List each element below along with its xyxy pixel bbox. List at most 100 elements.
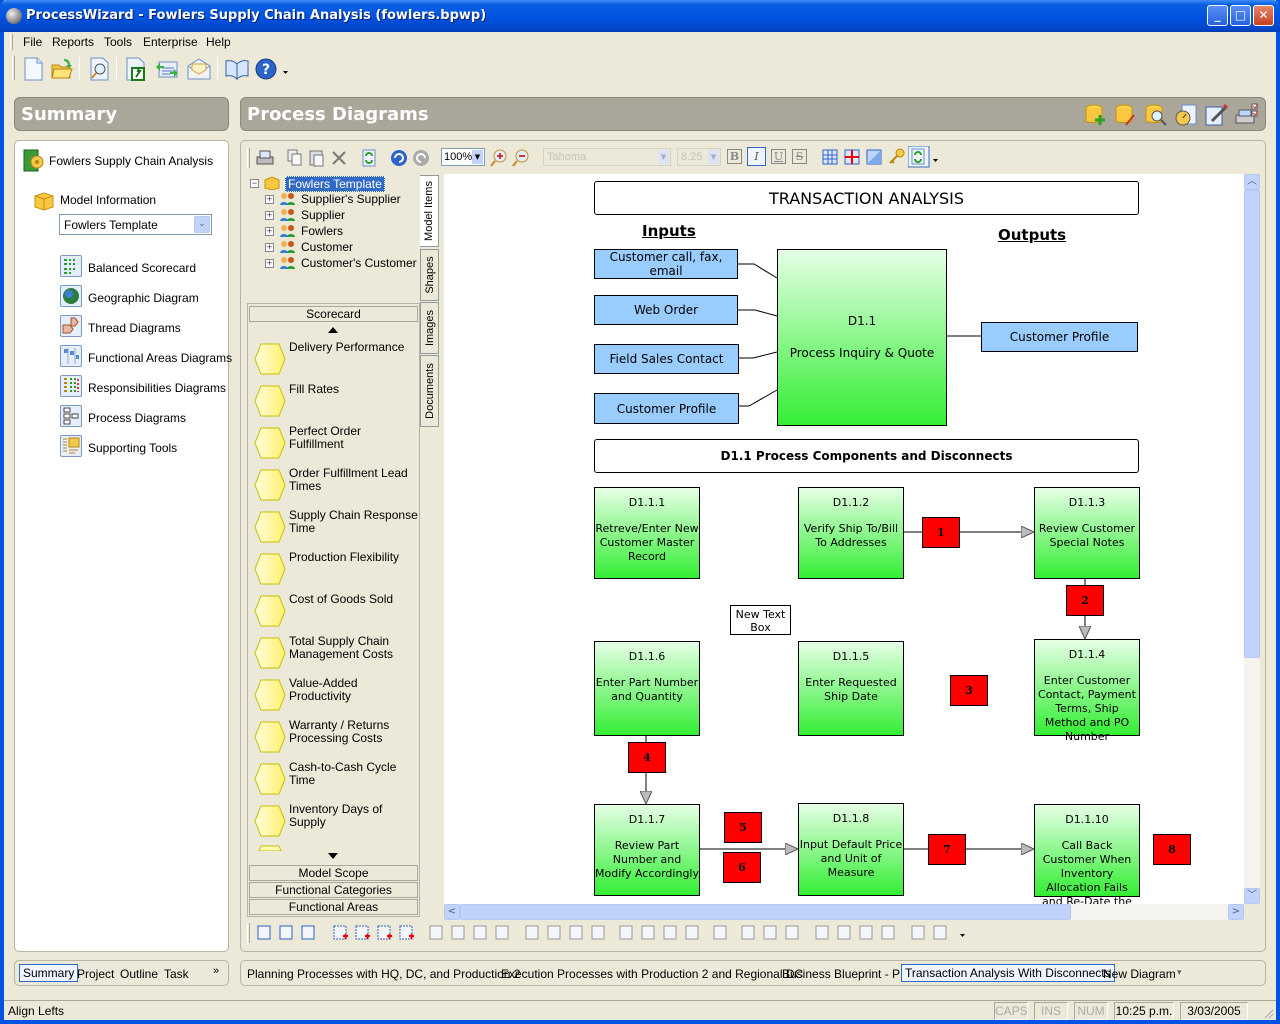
output-box[interactable]: Customer Profile — [981, 322, 1138, 352]
help-icon[interactable]: ? — [254, 57, 278, 81]
nav-thread-diagrams[interactable]: Thread Diagrams — [88, 321, 181, 335]
input-box[interactable]: Web Order — [594, 295, 738, 325]
menu-file[interactable]: File — [23, 35, 42, 49]
diagram-title[interactable]: TRANSACTION ANALYSIS — [594, 181, 1139, 215]
view-tab-task[interactable]: Task — [164, 967, 189, 981]
send-receive-icon[interactable] — [154, 57, 180, 81]
input-box[interactable]: Customer call, fax, email — [594, 249, 738, 279]
tabs-dropdown-icon[interactable]: ▾ — [1177, 967, 1182, 978]
align-left-icon[interactable] — [427, 923, 447, 943]
disconnect-marker[interactable]: 5 — [724, 812, 762, 843]
process-box[interactable]: D1.1.6 Enter Part Number and Quantity — [594, 641, 700, 736]
zoom-in-icon[interactable] — [489, 148, 509, 168]
scorecard-item[interactable]: Total Supply Chain Management Costs — [251, 635, 417, 675]
report-icon[interactable] — [1174, 103, 1198, 127]
process-box[interactable]: D1.1.2 Verify Ship To/Bill To Addresses — [798, 487, 904, 579]
toolbar-overflow-icon[interactable] — [959, 933, 967, 939]
scroll-up-arrow-icon[interactable] — [328, 327, 338, 333]
scroll-up-button[interactable]: ︿ — [1244, 174, 1260, 190]
email-icon[interactable] — [186, 57, 212, 81]
vertical-scrollbar[interactable]: ︿ ﹀ — [1244, 174, 1260, 904]
align-list-icon[interactable] — [471, 923, 491, 943]
diagram-tab[interactable]: Planning Processes with HQ, DC, and Prod… — [247, 967, 520, 981]
rotate-icon[interactable] — [589, 923, 609, 943]
view-tab-project[interactable]: Project — [77, 967, 114, 981]
disconnect-marker[interactable]: 3 — [950, 675, 988, 706]
redo-icon[interactable] — [411, 148, 431, 168]
export-icon[interactable] — [124, 57, 148, 81]
underline-button[interactable]: U — [771, 149, 786, 164]
tab-images[interactable]: Images — [420, 302, 439, 354]
scorecard-item[interactable]: Cash-to-Cash Cycle Time — [251, 761, 417, 801]
nav-geographic-diagram[interactable]: Geographic Diagram — [88, 291, 199, 305]
process-box[interactable]: D1.1.7 Review Part Number and Modify Acc… — [594, 804, 700, 896]
expand-icon[interactable]: + — [265, 259, 274, 268]
pen-color-icon[interactable] — [783, 923, 803, 943]
italic-button[interactable]: I — [747, 147, 766, 166]
diagram-tab[interactable]: Execution Processes with Production 2 an… — [501, 967, 803, 981]
expand-icon[interactable]: + — [265, 211, 274, 220]
scorecard-item[interactable]: Order Fulfillment Lead Times — [251, 467, 417, 507]
grid-icon[interactable] — [821, 148, 839, 166]
connector-curve-icon[interactable] — [617, 923, 637, 943]
scroll-left-button[interactable]: < — [444, 904, 460, 920]
font-select[interactable]: Tahoma ▼ — [543, 148, 671, 166]
model-select[interactable]: Fowlers Template ⌄ — [59, 214, 212, 235]
toolbar-grip[interactable] — [247, 148, 250, 168]
zoom-chevron-down-icon[interactable]: ▼ — [472, 150, 483, 164]
tab-documents[interactable]: Documents — [420, 355, 439, 427]
menu-enterprise[interactable]: Enterprise — [143, 35, 198, 49]
diagram-tab-active[interactable]: Transaction Analysis With Disconnects — [901, 964, 1115, 982]
horizontal-scroll-thumb[interactable] — [460, 904, 1071, 920]
add-list-icon[interactable] — [375, 923, 395, 943]
collapse-icon[interactable]: − — [250, 179, 259, 188]
input-box[interactable]: Field Sales Contact — [594, 344, 739, 374]
nav-supporting-tools[interactable]: Supporting Tools — [88, 441, 177, 455]
expand-icon[interactable]: + — [265, 195, 274, 204]
tree-node[interactable]: Customer's Customer — [301, 256, 417, 270]
find-icon[interactable] — [88, 57, 110, 81]
project-name[interactable]: Fowlers Supply Chain Analysis — [49, 154, 213, 168]
scorecard-item[interactable]: Warranty / Returns Processing Costs — [251, 719, 417, 759]
scroll-down-arrow-icon[interactable] — [328, 853, 338, 859]
section-model-scope[interactable]: Model Scope — [249, 865, 418, 881]
minimize-button[interactable]: _ — [1207, 5, 1228, 26]
toolbar-overflow-icon[interactable] — [282, 70, 290, 76]
format-text-icon[interactable] — [299, 923, 319, 943]
scorecard-item[interactable]: Cost of Goods Sold — [251, 593, 417, 633]
tree-root[interactable]: Fowlers Template — [285, 176, 385, 192]
sync-document-icon[interactable] — [908, 146, 930, 168]
align-text-icon[interactable] — [449, 923, 469, 943]
nav-functional-areas-diagrams[interactable]: Functional Areas Diagrams — [88, 351, 232, 365]
scroll-down-button[interactable]: ﹀ — [1244, 888, 1260, 904]
send-back-icon[interactable] — [835, 923, 855, 943]
line-color-icon[interactable] — [739, 923, 759, 943]
print-checklist-icon[interactable] — [1234, 103, 1260, 127]
nav-balanced-scorecard[interactable]: Balanced Scorecard — [88, 261, 196, 275]
shape-fill-icon[interactable] — [865, 148, 883, 166]
menu-help[interactable]: Help — [206, 35, 231, 49]
distribute-horizontal-icon[interactable] — [567, 923, 587, 943]
bring-forward-icon[interactable] — [857, 923, 877, 943]
scorecard-item[interactable]: Fill Rates — [251, 383, 417, 423]
properties-icon[interactable] — [255, 923, 275, 943]
edit-database-icon[interactable] — [1114, 103, 1138, 127]
connector-elbow-icon[interactable] — [639, 923, 659, 943]
open-folder-icon[interactable] — [50, 57, 74, 81]
section-functional-categories[interactable]: Functional Categories — [249, 882, 418, 898]
section-title[interactable]: D1.1 Process Components and Disconnects — [594, 439, 1139, 473]
disconnect-marker[interactable]: 1 — [922, 517, 960, 548]
paste-icon[interactable] — [307, 148, 327, 168]
process-box[interactable]: D1.1.1 Retreve/Enter New Customer Master… — [594, 487, 700, 579]
add-boundary-icon[interactable] — [397, 923, 417, 943]
disconnect-marker[interactable]: 4 — [628, 742, 666, 773]
search-database-icon[interactable] — [1144, 103, 1168, 127]
scorecard-item[interactable]: Production Flexibility — [251, 551, 417, 591]
process-box[interactable]: D1.1.8 Input Default Price and Unit of M… — [798, 803, 904, 896]
expand-icon[interactable]: + — [265, 243, 274, 252]
disconnect-marker[interactable]: 7 — [928, 834, 966, 865]
scorecard-section-header[interactable]: Scorecard — [249, 306, 418, 322]
disconnect-marker[interactable]: 8 — [1153, 834, 1191, 865]
tree-node[interactable]: Supplier — [301, 208, 345, 222]
font-size-chevron-down-icon[interactable]: ▼ — [708, 150, 719, 164]
